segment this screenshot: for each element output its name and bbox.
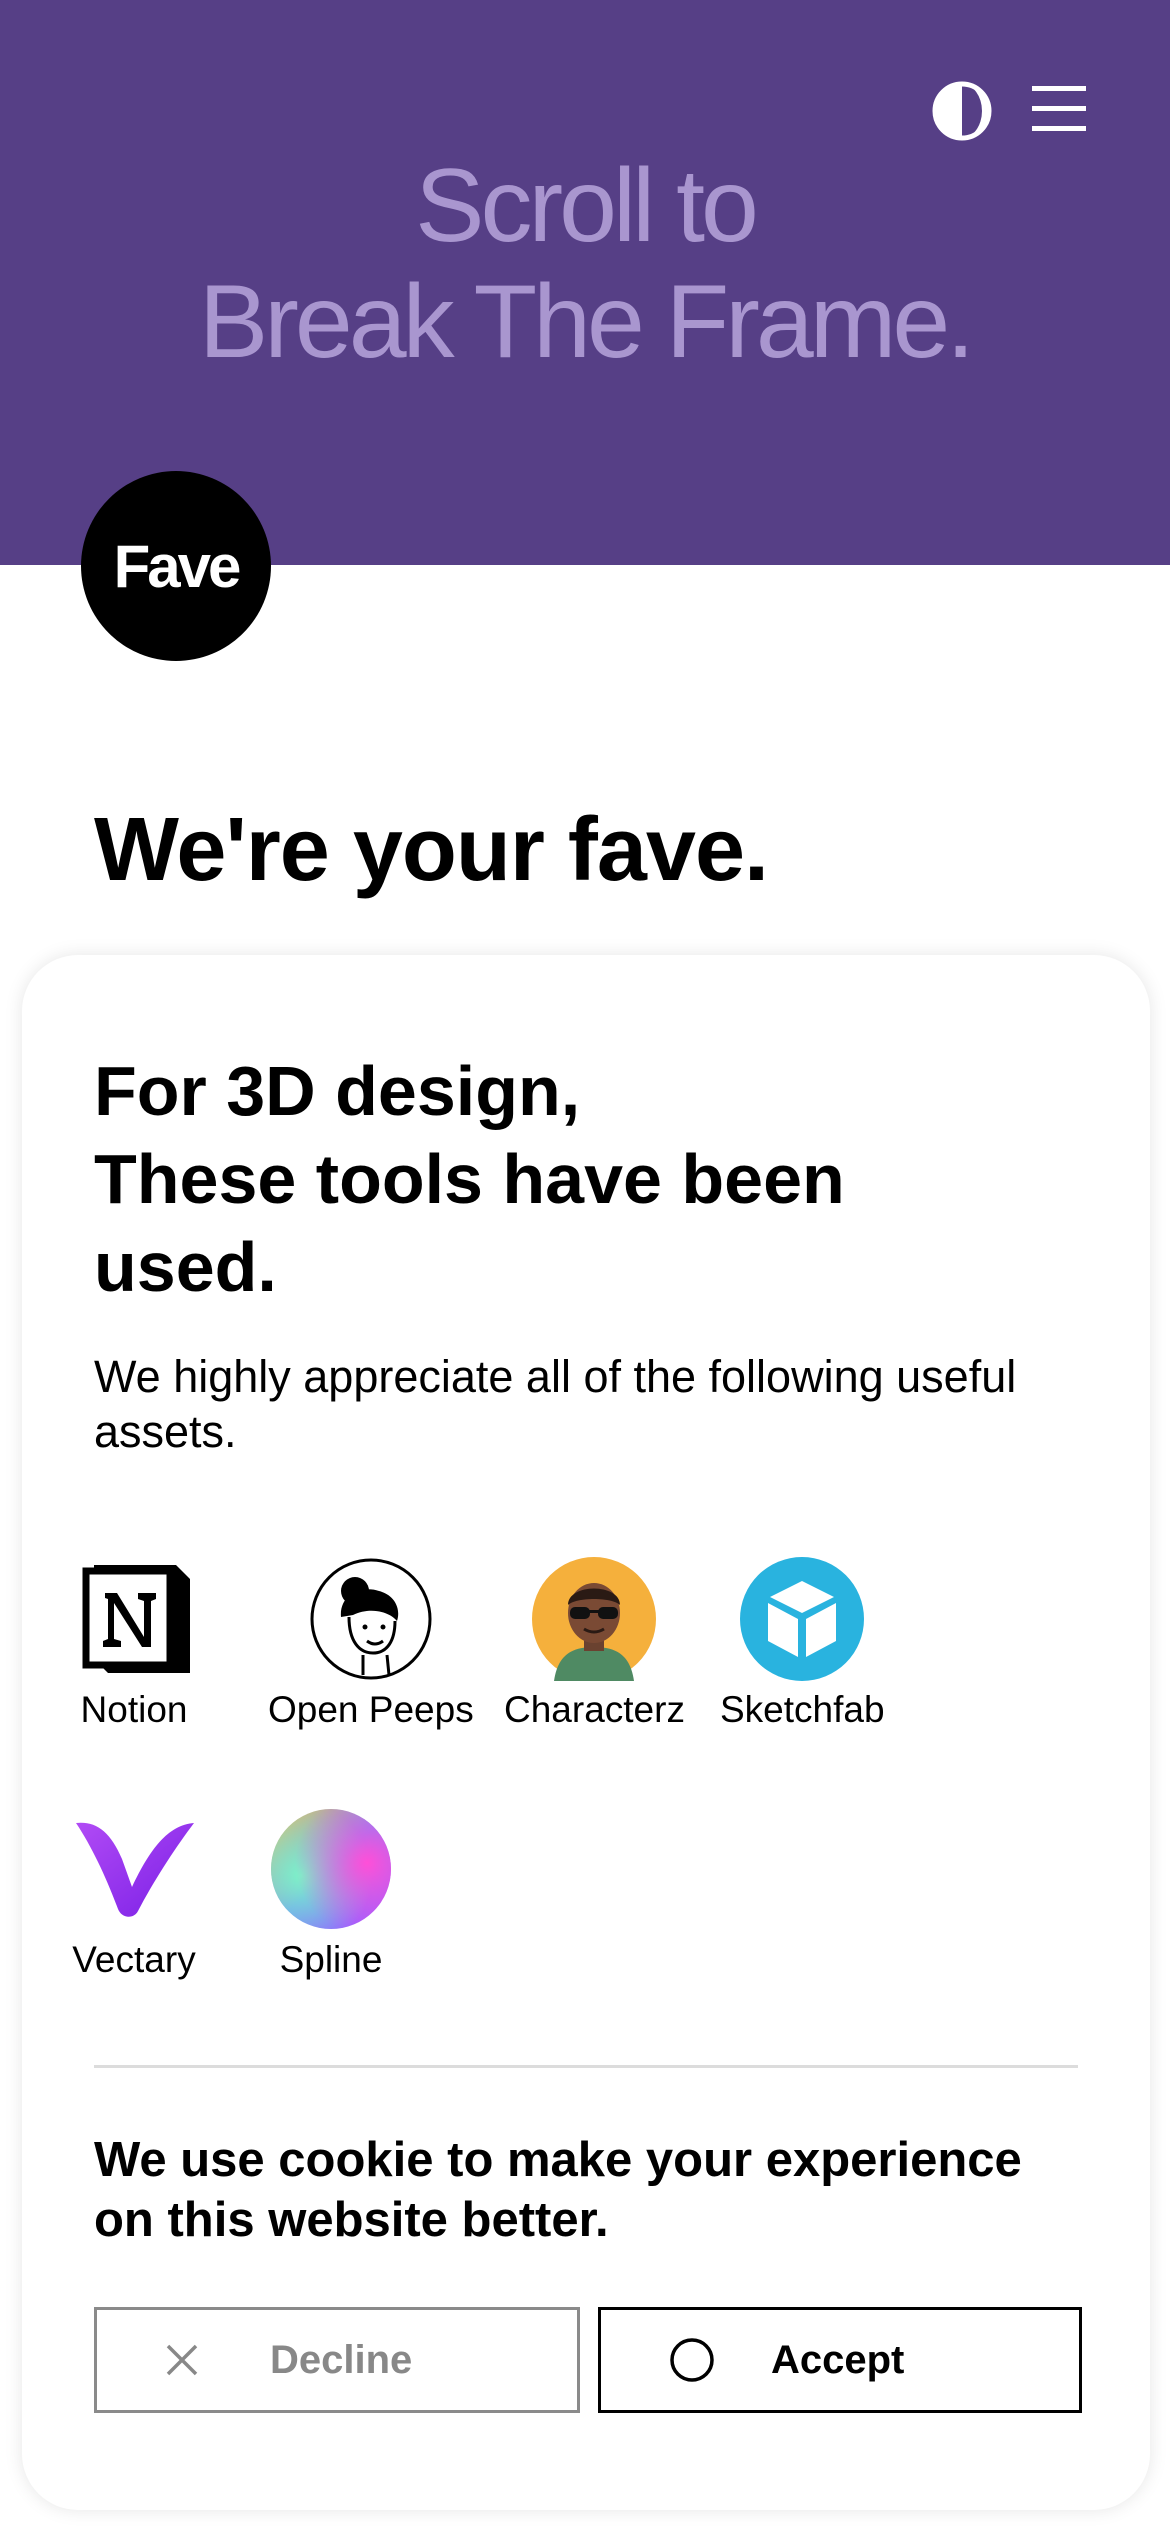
tool-label: Spline <box>279 1939 383 1980</box>
tool-characterz[interactable]: Characterz <box>504 1557 685 1731</box>
tool-notion[interactable]: Notion <box>72 1557 196 1731</box>
menu-button[interactable] <box>1030 80 1088 138</box>
tool-label: Vectary <box>72 1939 196 1980</box>
card-title-line-2: These tools have been <box>94 1140 845 1218</box>
tool-label: Sketchfab <box>720 1689 885 1730</box>
sketchfab-logo-icon <box>740 1557 865 1681</box>
close-icon <box>166 2344 198 2376</box>
hamburger-menu-icon <box>1032 86 1086 131</box>
hero-title-line-2: Break The Frame. <box>198 264 975 380</box>
tool-open-peeps[interactable]: Open Peeps <box>268 1557 474 1731</box>
tool-spline[interactable]: Spline <box>269 1807 393 1981</box>
card-description: We highly appreciate all of the followin… <box>94 1351 1017 1457</box>
hero-title: Scroll to Break The Frame. <box>0 148 1170 380</box>
open-peeps-avatar-icon <box>310 1558 432 1680</box>
tools-card: For 3D design, These tools have been use… <box>22 955 1150 2510</box>
tool-label: Notion <box>80 1689 188 1730</box>
decline-cookie-button[interactable]: Decline <box>94 2307 580 2413</box>
decline-label: Decline <box>270 2337 413 2382</box>
theme-toggle-button[interactable] <box>931 80 993 142</box>
fave-logo[interactable]: Fave <box>81 471 271 661</box>
circle-icon <box>670 2338 714 2382</box>
intro-headline: We're your fave. <box>94 800 769 900</box>
card-title: For 3D design, These tools have been use… <box>94 1047 994 1311</box>
tool-vectary[interactable]: Vectary <box>72 1807 196 1981</box>
accept-cookie-button[interactable]: Accept <box>598 2307 1082 2413</box>
divider <box>94 2065 1078 2068</box>
characterz-avatar-icon <box>532 1557 657 1681</box>
card-title-line-3: used. <box>94 1228 277 1306</box>
tool-label: Characterz <box>504 1689 685 1730</box>
accept-label: Accept <box>771 2337 905 2382</box>
spline-gradient-orb-icon <box>271 1809 391 1929</box>
vectary-logo-icon <box>76 1822 194 1917</box>
hero-title-line-1: Scroll to <box>415 148 759 264</box>
card-title-line-1: For 3D design, <box>94 1052 581 1130</box>
tool-sketchfab[interactable]: Sketchfab <box>720 1557 885 1731</box>
notion-logo-icon <box>82 1565 190 1673</box>
half-moon-contrast-icon <box>932 81 992 141</box>
cookie-message: We use cookie to make your experience on… <box>94 2133 1022 2247</box>
tool-label: Open Peeps <box>268 1689 474 1730</box>
